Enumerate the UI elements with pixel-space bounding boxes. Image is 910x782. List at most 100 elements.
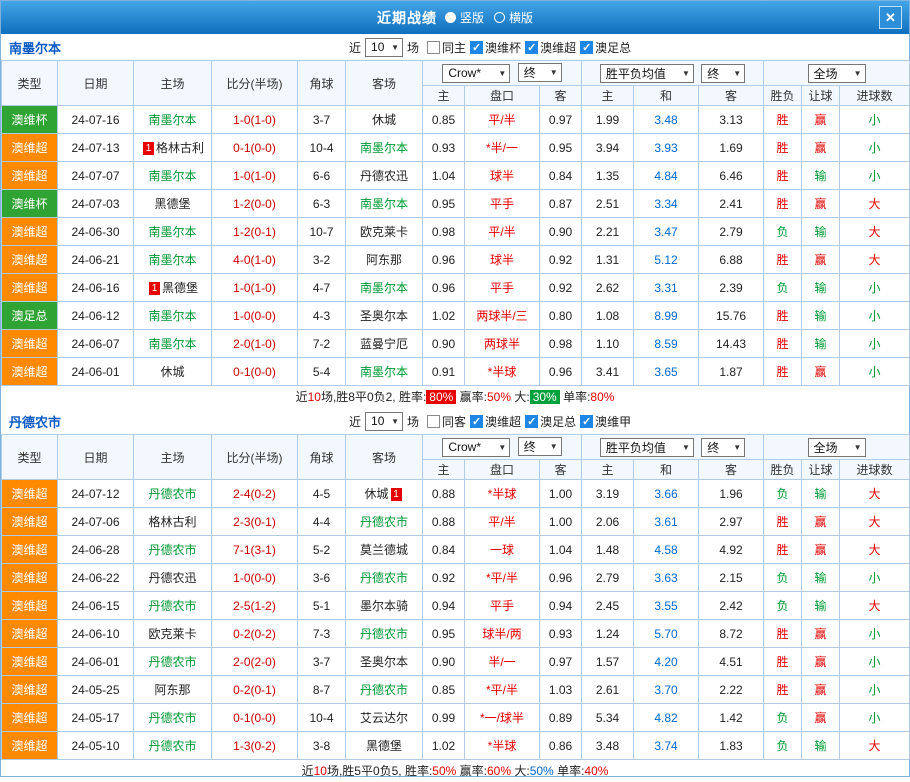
team-name: 欧克莱卡 xyxy=(148,627,196,641)
home-odds-cell: 0.85 xyxy=(423,106,465,134)
result-cell: 负 xyxy=(764,480,802,508)
checkbox-icon[interactable] xyxy=(427,41,440,54)
let-result-cell: 赢 xyxy=(802,246,840,274)
team-name: 丹德农市 xyxy=(148,711,196,725)
league-filter-checkbox[interactable]: 澳维超 xyxy=(525,39,576,56)
league-cell: 澳维杯 xyxy=(2,190,58,218)
away-odds-cell: 0.94 xyxy=(540,592,582,620)
league-filter-checkbox[interactable]: 澳维超 xyxy=(470,413,521,430)
match-row: 澳维超24-06-15丹德农市2-5(1-2)5-1墨尔本骑0.94平手0.94… xyxy=(2,592,910,620)
subheader-home-odds: 主 xyxy=(423,460,465,480)
odds-company-select[interactable]: Crow*▼ xyxy=(442,438,510,457)
away-odds-cell: 0.97 xyxy=(540,648,582,676)
goals-cell: 大 xyxy=(840,536,910,564)
corners-cell: 4-3 xyxy=(298,302,346,330)
chevron-down-icon: ▼ xyxy=(550,68,558,77)
footer-stat: 近 xyxy=(296,390,308,404)
team-name: 南墨尔本 xyxy=(360,281,408,295)
avg-home-cell: 1.99 xyxy=(582,106,634,134)
avg-final-select[interactable]: 终▼ xyxy=(701,64,745,83)
match-count-select[interactable]: 10 ▼ xyxy=(365,38,403,57)
avg-odds-select[interactable]: 胜平负均值▼ xyxy=(600,438,694,457)
footer-stat: 场,胜5平0负5, 胜率: xyxy=(327,764,432,778)
scope-select[interactable]: 全场▼ xyxy=(808,438,866,457)
avg-final-select[interactable]: 终▼ xyxy=(701,438,745,457)
score-cell: 7-1(3-1) xyxy=(212,536,298,564)
avg-away-cell: 1.83 xyxy=(699,732,764,760)
column-header-score: 比分(半场) xyxy=(212,61,298,106)
let-result-cell: 输 xyxy=(802,564,840,592)
team-name: 丹德农市 xyxy=(148,599,196,613)
league-filter-checkbox[interactable]: 澳足总 xyxy=(525,413,576,430)
handicap-cell: 平手 xyxy=(465,592,540,620)
league-filter-checkbox[interactable]: 同主 xyxy=(427,39,466,56)
away-team-cell: 艾云达尔 xyxy=(346,704,423,732)
date-cell: 24-06-22 xyxy=(58,564,134,592)
titlebar: 近期战绩 竖版 横版 ✕ xyxy=(1,1,909,34)
let-result-cell: 输 xyxy=(802,732,840,760)
match-row: 澳维超24-05-10丹德农市1-3(0-2)3-8黑德堡1.02*半球0.86… xyxy=(2,732,910,760)
match-count-select[interactable]: 10 ▼ xyxy=(365,412,403,431)
score-cell: 1-0(1-0) xyxy=(212,106,298,134)
home-team-cell: 南墨尔本 xyxy=(134,246,212,274)
section-header: 丹德农市 近 10 ▼ 场 同客澳维超澳足总澳维甲 xyxy=(1,408,909,434)
league-filter-checkbox[interactable]: 澳足总 xyxy=(580,39,631,56)
let-result-cell: 赢 xyxy=(802,134,840,162)
team-name: 丹德农迅 xyxy=(148,571,196,585)
goals-cell: 大 xyxy=(840,190,910,218)
handicap-odds-header: Crow*▼ 终▼ xyxy=(423,435,582,460)
checkbox-icon[interactable] xyxy=(580,41,593,54)
avg-away-cell: 15.76 xyxy=(699,302,764,330)
chevron-down-icon: ▼ xyxy=(498,443,506,452)
league-filter-checkbox[interactable]: 同客 xyxy=(427,413,466,430)
home-team-cell: 休城 xyxy=(134,358,212,386)
handicap-cell: *一/球半 xyxy=(465,704,540,732)
checkbox-icon[interactable] xyxy=(427,415,440,428)
footer-stat: 60% xyxy=(487,764,511,778)
checkbox-icon[interactable] xyxy=(470,415,483,428)
home-odds-cell: 0.95 xyxy=(423,190,465,218)
odds-final-select[interactable]: 终▼ xyxy=(518,63,562,82)
checkbox-icon[interactable] xyxy=(525,41,538,54)
let-result-cell: 输 xyxy=(802,592,840,620)
checkbox-icon[interactable] xyxy=(580,415,593,428)
filter-controls: 近 10 ▼ 场 同客澳维超澳足总澳维甲 xyxy=(349,408,631,434)
corners-cell: 6-3 xyxy=(298,190,346,218)
corners-cell: 10-4 xyxy=(298,134,346,162)
avg-draw-cell: 3.63 xyxy=(634,564,699,592)
checkbox-icon[interactable] xyxy=(470,41,483,54)
league-filter-checkbox[interactable]: 澳维杯 xyxy=(470,39,521,56)
handicap-cell: *半球 xyxy=(465,358,540,386)
corners-cell: 5-4 xyxy=(298,358,346,386)
match-row: 澳维超24-06-01丹德农市2-0(2-0)3-7圣奥尔本0.90半/一0.9… xyxy=(2,648,910,676)
result-cell: 胜 xyxy=(764,620,802,648)
league-cell: 澳维超 xyxy=(2,162,58,190)
odds-final-select[interactable]: 终▼ xyxy=(518,437,562,456)
close-icon[interactable]: ✕ xyxy=(879,6,902,29)
footer-stat: 80% xyxy=(590,390,614,404)
layout-radio-vertical[interactable]: 竖版 xyxy=(445,9,484,26)
avg-home-cell: 1.57 xyxy=(582,648,634,676)
odds-company-select[interactable]: Crow*▼ xyxy=(442,64,510,83)
score-cell: 1-2(0-0) xyxy=(212,190,298,218)
league-cell: 澳维超 xyxy=(2,732,58,760)
checkbox-icon[interactable] xyxy=(525,415,538,428)
league-filter-checkbox[interactable]: 澳维甲 xyxy=(580,413,631,430)
avg-home-cell: 5.34 xyxy=(582,704,634,732)
let-result-cell: 赢 xyxy=(802,676,840,704)
home-team-cell: 欧克莱卡 xyxy=(134,620,212,648)
corners-cell: 3-7 xyxy=(298,648,346,676)
result-cell: 胜 xyxy=(764,134,802,162)
league-cell: 澳维超 xyxy=(2,564,58,592)
let-result-cell: 赢 xyxy=(802,358,840,386)
chevron-down-icon: ▼ xyxy=(550,442,558,451)
handicap-cell: 球半 xyxy=(465,246,540,274)
league-cell: 澳维超 xyxy=(2,134,58,162)
score-cell: 0-2(0-2) xyxy=(212,620,298,648)
layout-radio-horizontal[interactable]: 横版 xyxy=(494,9,533,26)
column-header-corners: 角球 xyxy=(298,61,346,106)
scope-select[interactable]: 全场▼ xyxy=(808,64,866,83)
date-cell: 24-07-07 xyxy=(58,162,134,190)
avg-odds-select[interactable]: 胜平负均值▼ xyxy=(600,64,694,83)
avg-home-cell: 3.48 xyxy=(582,732,634,760)
